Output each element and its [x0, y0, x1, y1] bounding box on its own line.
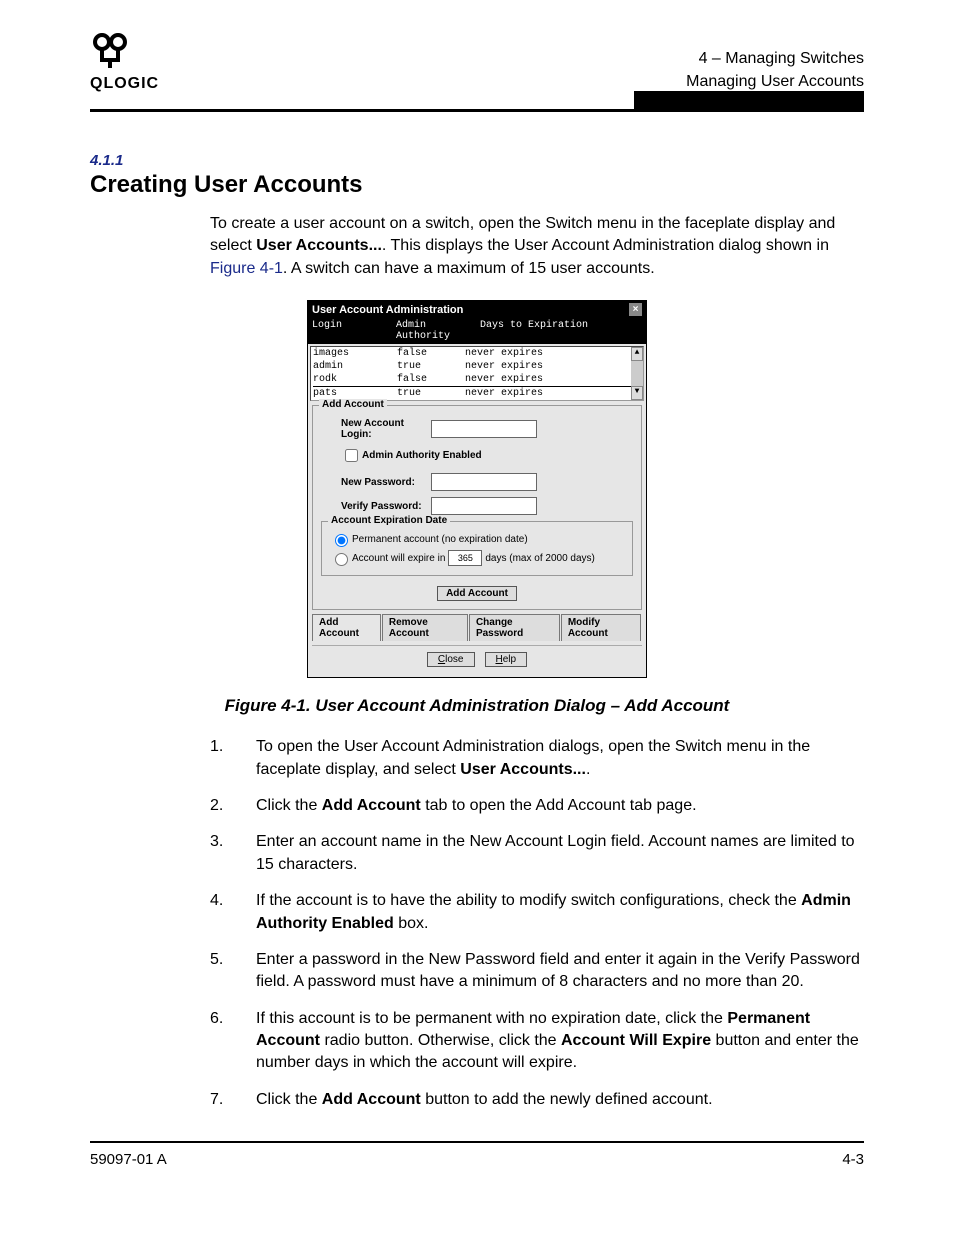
col-exp: Days to Expiration	[480, 320, 642, 342]
header-rule	[90, 109, 864, 112]
table-body: images false never expires admin true ne…	[310, 346, 644, 401]
section-line: Managing User Accounts	[686, 71, 864, 93]
tab-add-account[interactable]: Add Account	[312, 614, 381, 641]
footer-right: 4-3	[842, 1151, 864, 1168]
tab-modify-account[interactable]: Modify Account	[561, 614, 641, 641]
col-login: Login	[312, 320, 396, 342]
logo: QLOGIC	[90, 30, 159, 93]
admin-authority-checkbox[interactable]	[345, 449, 358, 462]
verify-password-input[interactable]	[431, 497, 537, 515]
step-2: 2. Click the Add Account tab to open the…	[210, 795, 864, 817]
logo-icon	[90, 30, 130, 70]
table-row[interactable]: rodk false never expires	[313, 373, 643, 386]
header-right: 4 – Managing Switches Managing User Acco…	[686, 48, 864, 93]
table-row[interactable]: pats true never expires	[313, 386, 643, 400]
close-button[interactable]: Close	[427, 652, 475, 667]
table-row[interactable]: images false never expires	[313, 347, 643, 360]
expire-days-input[interactable]	[448, 550, 482, 566]
page-footer: 59097-01 A 4-3	[90, 1151, 864, 1168]
step-1: 1. To open the User Account Administrati…	[210, 736, 864, 781]
dialog-bottom-buttons: Close Help	[312, 645, 642, 673]
chapter-line: 4 – Managing Switches	[686, 48, 864, 70]
col-admin: Admin Authority	[396, 320, 480, 342]
scrollbar[interactable]: ▲ ▼	[631, 347, 643, 400]
dialog-title: User Account Administration	[312, 304, 463, 316]
step-5: 5. Enter a password in the New Password …	[210, 949, 864, 994]
table-row[interactable]: admin true never expires	[313, 360, 643, 373]
expiration-fieldset: Account Expiration Date Permanent accoun…	[321, 521, 633, 576]
intro-paragraph: To create a user account on a switch, op…	[210, 213, 864, 280]
help-button[interactable]: Help	[485, 652, 528, 667]
step-4: 4. If the account is to have the ability…	[210, 890, 864, 935]
dialog-tabs: Add Account Remove Account Change Passwo…	[312, 614, 642, 641]
intro-b: User Accounts...	[256, 237, 382, 254]
steps-list: 1. To open the User Account Administrati…	[210, 736, 864, 1111]
permanent-radio[interactable]	[335, 534, 348, 547]
tab-remove-account[interactable]: Remove Account	[382, 614, 468, 641]
verify-password-label: Verify Password:	[341, 501, 431, 512]
figure-link[interactable]: Figure 4-1	[210, 260, 283, 277]
logo-text: QLOGIC	[90, 75, 159, 93]
new-login-label: New Account Login:	[341, 418, 431, 440]
expire-label-b: days (max of 2000 days)	[485, 553, 595, 564]
permanent-label: Permanent account (no expiration date)	[352, 534, 528, 545]
scroll-down-icon[interactable]: ▼	[631, 386, 643, 400]
section-number: 4.1.1	[90, 152, 864, 169]
footer-left: 59097-01 A	[90, 1151, 167, 1168]
intro-d: . A switch can have a maximum of 15 user…	[283, 260, 655, 277]
expire-label-a: Account will expire in	[352, 553, 445, 564]
user-account-dialog: User Account Administration × Login Admi…	[307, 300, 647, 678]
step-6: 6. If this account is to be permanent wi…	[210, 1008, 864, 1075]
add-account-fieldset: Add Account New Account Login: Admin Aut…	[312, 405, 642, 610]
step-7: 7. Click the Add Account button to add t…	[210, 1089, 864, 1111]
new-password-label: New Password:	[341, 477, 431, 488]
admin-authority-label: Admin Authority Enabled	[362, 450, 482, 461]
dialog-titlebar: User Account Administration ×	[308, 301, 646, 318]
new-password-input[interactable]	[431, 473, 537, 491]
step-3: 3. Enter an account name in the New Acco…	[210, 831, 864, 876]
expire-radio[interactable]	[335, 553, 348, 566]
tab-change-password[interactable]: Change Password	[469, 614, 560, 641]
scroll-up-icon[interactable]: ▲	[631, 347, 643, 361]
fieldset-legend: Add Account	[319, 399, 387, 410]
section-title: Creating User Accounts	[90, 171, 864, 199]
intro-c: . This displays the User Account Adminis…	[382, 237, 829, 254]
table-header: Login Admin Authority Days to Expiration	[308, 318, 646, 344]
expiration-legend: Account Expiration Date	[328, 515, 450, 526]
figure-caption: Figure 4-1. User Account Administration …	[90, 696, 864, 716]
close-icon[interactable]: ×	[629, 303, 642, 316]
new-login-input[interactable]	[431, 420, 537, 438]
add-account-button[interactable]: Add Account	[437, 586, 517, 601]
footer-rule	[90, 1141, 864, 1143]
